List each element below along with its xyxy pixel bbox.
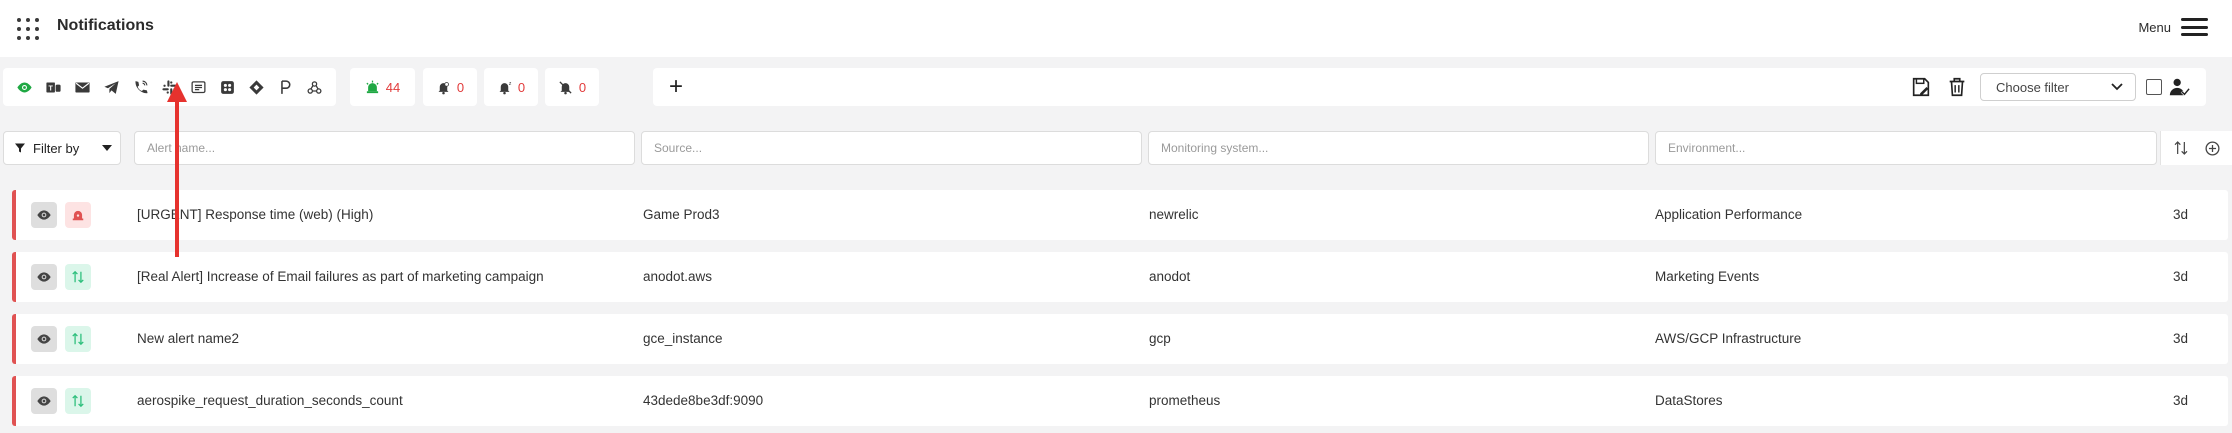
table-row[interactable]: aerospike_request_duration_seconds_count… xyxy=(12,376,2228,426)
acknowledged-alerts-count[interactable]: 0 xyxy=(423,68,477,106)
alert-source: Game Prod3 xyxy=(643,207,720,222)
monitoring-system-input[interactable] xyxy=(1148,131,1649,165)
table-row[interactable]: [Real Alert] Increase of Email failures … xyxy=(12,252,2228,302)
choose-filter-label: Choose filter xyxy=(1996,79,2069,95)
alert-name-input[interactable] xyxy=(134,131,635,165)
chevron-down-icon xyxy=(2111,83,2123,91)
environment-input[interactable] xyxy=(1655,131,2157,165)
source-input[interactable] xyxy=(641,131,1142,165)
hamburger-icon xyxy=(2181,18,2208,36)
opsgenie-icon[interactable] xyxy=(214,74,240,100)
snoozed-count-value: 0 xyxy=(517,79,526,95)
alert-name: [Real Alert] Increase of Email failures … xyxy=(137,269,544,284)
table-row[interactable]: New alert name2 gce_instance gcp AWS/GCP… xyxy=(12,314,2228,364)
sort-arrows-icon xyxy=(65,264,91,290)
funnel-icon xyxy=(15,143,25,153)
acknowledged-bell-icon xyxy=(438,81,449,94)
alert-name: aerospike_request_duration_seconds_count xyxy=(137,393,403,408)
alert-monitoring-system: gcp xyxy=(1149,331,1171,346)
add-button[interactable]: + xyxy=(663,74,689,100)
assign-user-icon[interactable] xyxy=(2166,74,2192,100)
page-title: Notifications xyxy=(57,17,154,34)
alert-monitoring-system: anodot xyxy=(1149,269,1191,284)
teams-icon[interactable]: T xyxy=(40,74,66,100)
alert-monitoring-system: prometheus xyxy=(1149,393,1221,408)
filter-actions xyxy=(2160,131,2232,165)
email-icon[interactable] xyxy=(69,74,95,100)
eye-icon[interactable] xyxy=(11,74,37,100)
alert-environment: AWS/GCP Infrastructure xyxy=(1655,331,1802,346)
muted-bell-icon xyxy=(559,80,572,94)
sort-arrows-icon xyxy=(65,326,91,352)
alert-source: 43dede8be3df:9090 xyxy=(643,393,764,408)
acknowledged-count-value: 0 xyxy=(456,79,465,95)
snoozed-alerts-count[interactable]: z 0 xyxy=(484,68,538,106)
alert-age: 3d xyxy=(2173,207,2189,222)
select-all-checkbox[interactable] xyxy=(2146,79,2162,95)
view-eye-icon[interactable] xyxy=(31,388,57,414)
jira-icon[interactable] xyxy=(243,74,269,100)
filter-by-label: Filter by xyxy=(33,140,80,156)
alert-environment: Marketing Events xyxy=(1655,269,1760,284)
sms-icon[interactable] xyxy=(185,74,211,100)
filter-by-dropdown[interactable]: Filter by xyxy=(3,131,121,165)
telegram-icon[interactable] xyxy=(98,74,124,100)
caret-down-icon xyxy=(102,145,112,151)
view-eye-icon[interactable] xyxy=(31,264,57,290)
svg-text:z: z xyxy=(509,81,512,87)
muted-alerts-count[interactable]: 0 xyxy=(545,68,599,106)
apps-grid-icon[interactable] xyxy=(17,18,39,40)
menu-label: Menu xyxy=(2138,19,2171,35)
top-bar: Notifications Menu xyxy=(0,0,2232,57)
webhook-icon[interactable] xyxy=(301,74,327,100)
siren-icon xyxy=(366,80,379,93)
alert-source: gce_instance xyxy=(643,331,723,346)
phone-icon[interactable] xyxy=(127,74,153,100)
sort-arrows-icon xyxy=(65,388,91,414)
pagerduty-icon[interactable] xyxy=(272,74,298,100)
alert-environment: DataStores xyxy=(1655,393,1723,408)
alert-environment: Application Performance xyxy=(1655,207,1803,222)
active-alerts-count[interactable]: 44 xyxy=(350,68,415,106)
alert-age: 3d xyxy=(2173,331,2189,346)
add-column-icon[interactable] xyxy=(2203,139,2221,157)
toolbar: T 44 0 z 0 0 + Choose filter xyxy=(0,68,2232,108)
active-count-value: 44 xyxy=(385,79,401,95)
alert-name: New alert name2 xyxy=(137,331,240,346)
filter-row: Filter by xyxy=(0,131,2232,167)
annotation-arrow-line xyxy=(175,98,179,257)
sort-icon[interactable] xyxy=(2172,139,2190,157)
muted-count-value: 0 xyxy=(578,79,587,95)
svg-text:T: T xyxy=(48,84,53,92)
view-eye-icon[interactable] xyxy=(31,202,57,228)
alert-age: 3d xyxy=(2173,393,2189,408)
choose-filter-select[interactable]: Choose filter xyxy=(1980,73,2136,101)
trash-icon[interactable] xyxy=(1944,74,1970,100)
alert-monitoring-system: newrelic xyxy=(1149,207,1199,222)
save-filter-icon[interactable] xyxy=(1908,74,1934,100)
actions-bar: + Choose filter xyxy=(653,68,2206,106)
view-eye-icon[interactable] xyxy=(31,326,57,352)
alert-age: 3d xyxy=(2173,269,2189,284)
siren-icon xyxy=(65,202,91,228)
menu-button[interactable]: Menu xyxy=(2138,18,2208,36)
alert-name: [URGENT] Response time (web) (High) xyxy=(137,207,374,222)
alert-source: anodot.aws xyxy=(643,269,713,284)
table-row[interactable]: [URGENT] Response time (web) (High) Game… xyxy=(12,190,2228,240)
snooze-bell-icon: z xyxy=(499,81,512,94)
